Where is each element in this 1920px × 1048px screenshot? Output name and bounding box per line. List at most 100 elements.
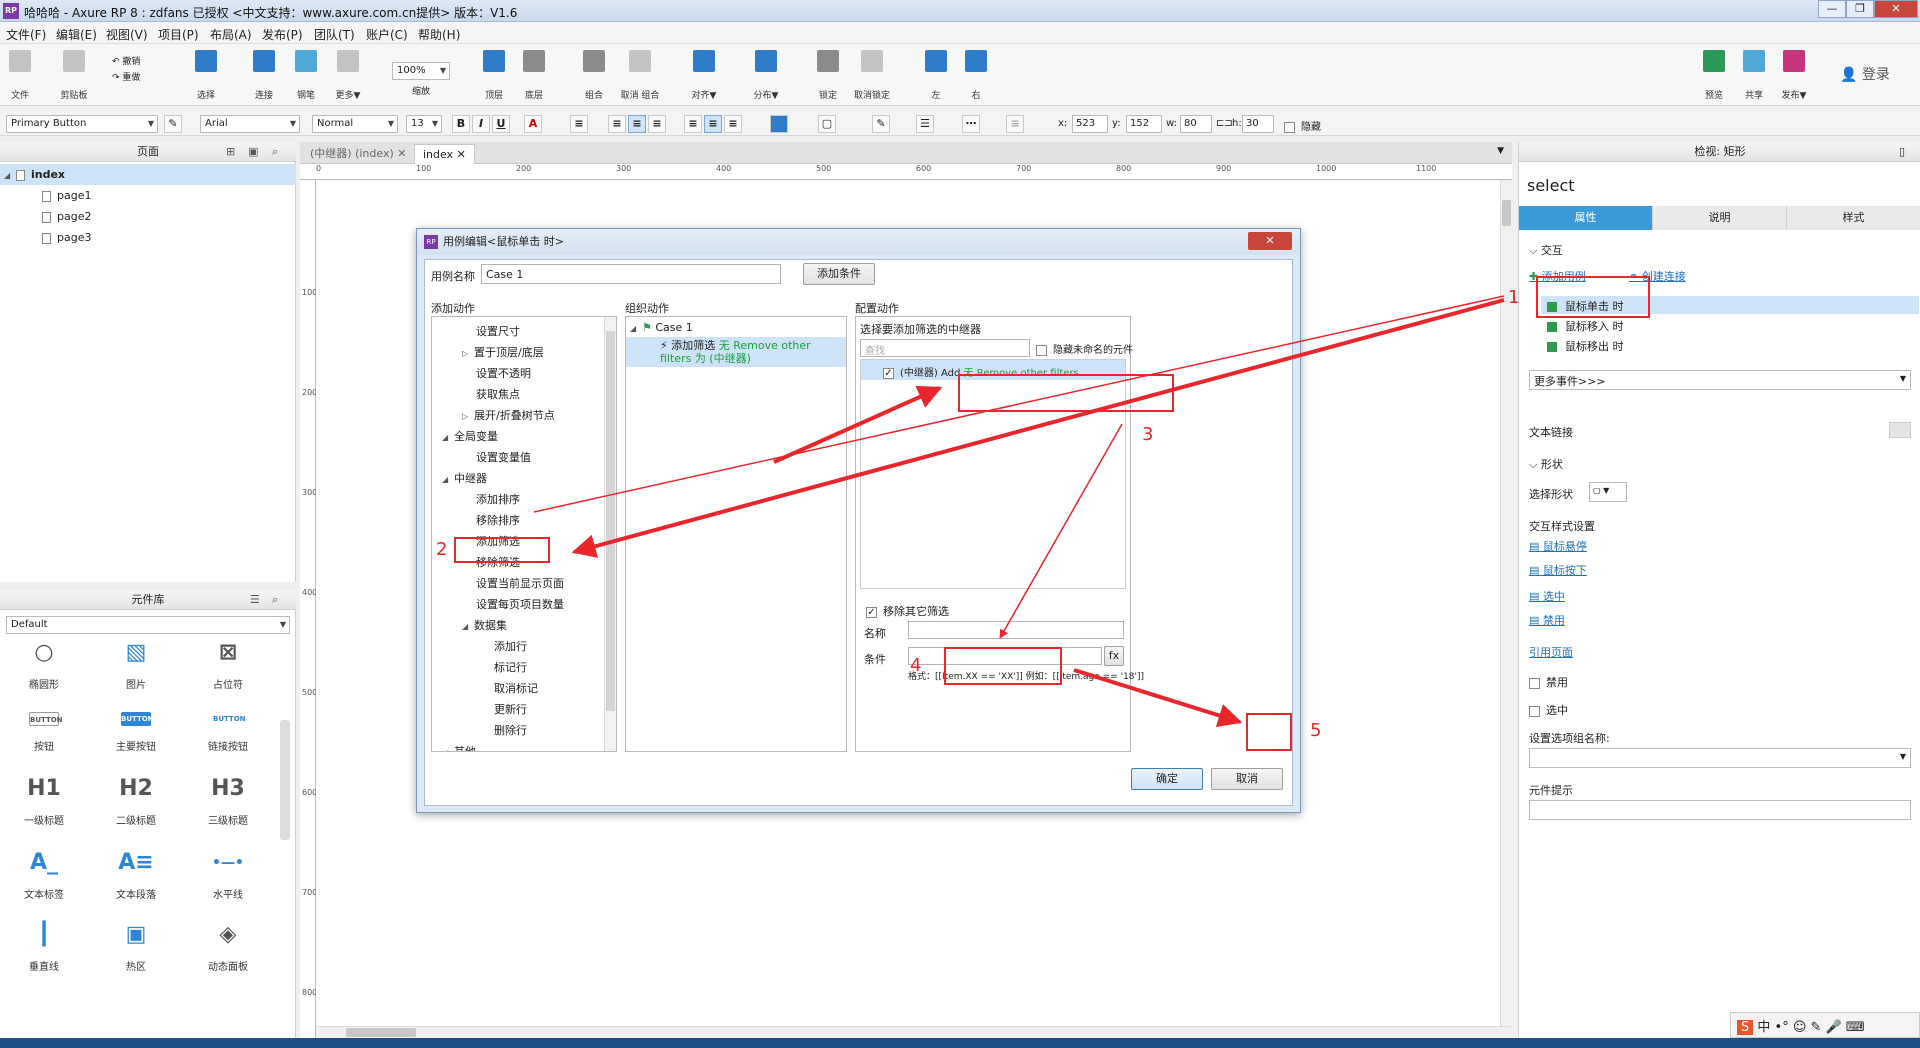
x-input[interactable]: 523 [1072,115,1108,133]
bullet-list-button[interactable]: ≡ [570,115,588,133]
action-set-opacity[interactable]: 设置不透明 [476,365,531,381]
valign-bottom-button[interactable]: ≡ [724,115,742,133]
file-button[interactable]: 文件 [0,50,40,101]
more-events-select[interactable]: 更多事件>>> ▼ [1529,370,1911,390]
selected-checkbox[interactable]: 选中 [1529,702,1568,718]
menu-team[interactable]: 团队(T) [314,26,355,43]
widget-h1[interactable]: H1 一级标题 [4,774,84,827]
case-name-input[interactable]: Case 1 [481,264,781,284]
action-add-sort[interactable]: 添加排序 [476,491,520,507]
group-button[interactable]: 组合 [574,50,614,101]
action-set-variable[interactable]: 设置变量值 [476,449,531,465]
search-icon[interactable]: ⌕ [272,145,278,159]
tab-index[interactable]: index ✕ [414,144,475,164]
action-set-current-page[interactable]: 设置当前显示页面 [476,575,564,591]
page-icon[interactable]: ▯ [1899,145,1905,158]
page-item-page3[interactable]: page3 [0,227,296,248]
repeater-search-input[interactable]: 查找 [860,339,1030,357]
action-expand-collapse-tree[interactable]: ▷ 展开/折叠树节点 [462,407,555,423]
tab-properties[interactable]: 属性 [1519,206,1653,230]
close-button[interactable]: ✕ [1874,0,1918,18]
action-remove-sort[interactable]: 移除排序 [476,512,520,528]
action-focus[interactable]: 获取焦点 [476,386,520,402]
add-page-icon[interactable]: ⊞ [226,145,235,158]
action-update-rows[interactable]: 更新行 [494,701,527,717]
valign-top-button[interactable]: ≡ [684,115,702,133]
menu-layout[interactable]: 布局(A) [210,26,252,43]
align-left-button[interactable]: 左 [916,50,956,101]
repeater-checkbox[interactable] [883,367,894,379]
disabled-style-link[interactable]: ▤ 禁用 [1529,612,1565,628]
remove-other-filters-checkbox[interactable]: 移除其它筛选 [866,603,949,619]
add-folder-icon[interactable]: ▣ [248,145,258,158]
hover-style-link[interactable]: ▤ 鼠标悬停 [1529,538,1587,554]
lock-ratio-icon[interactable]: ⊏⊐ [1216,118,1233,129]
action-tree-scrollbar[interactable] [604,317,616,751]
widget-h3[interactable]: H3 三级标题 [188,774,268,827]
select-tool-button[interactable]: 选择 [186,50,226,101]
menu-view[interactable]: 视图(V) [106,26,148,43]
group-dataset[interactable]: ◢ 数据集 [462,617,507,633]
search-icon[interactable]: ⌕ [272,593,278,607]
widget-hotspot[interactable]: ▣ 热区 [96,920,176,973]
interaction-section[interactable]: ⌵ 交互 [1529,242,1563,258]
text-link-button[interactable] [1889,422,1911,438]
minimize-button[interactable]: — [1818,0,1846,18]
bold-button[interactable]: B [452,115,470,133]
widget-text-paragraph[interactable]: A≡ 文本段落 [96,848,176,901]
shape-picker[interactable]: ▢ ▼ [1589,482,1627,502]
send-to-bottom-button[interactable]: 底层 [514,50,554,101]
widget-name-field[interactable]: select [1527,176,1575,195]
widget-primary-button[interactable]: BUTTON 主要按钮 [96,702,176,753]
publish-button[interactable]: 发布▼ [1774,50,1814,101]
action-unmark-rows[interactable]: 取消标记 [494,680,538,696]
pen-tool-button[interactable]: 钢笔 [286,50,326,101]
style-select[interactable]: Primary Button ▼ [6,115,158,133]
option-group-select[interactable]: ▼ [1529,748,1911,768]
tooltip-input[interactable] [1529,800,1911,820]
y-input[interactable]: 152 [1126,115,1162,133]
widget-link-button[interactable]: BUTTON 链接按钮 [188,702,268,753]
align-button[interactable]: 对齐▼ [684,50,724,101]
action-set-items-per-page[interactable]: 设置每页项目数量 [476,596,564,612]
cancel-button[interactable]: 取消 [1211,768,1283,790]
menu-help[interactable]: 帮助(H) [418,26,460,43]
share-button[interactable]: 共享 [1734,50,1774,101]
align-text-right-button[interactable]: ≡ [648,115,666,133]
line-style-button[interactable]: ⋯ [962,115,980,133]
shadow-button[interactable]: ▢ [818,115,836,133]
action-mark-rows[interactable]: 标记行 [494,659,527,675]
widget-dynamic-panel[interactable]: ◈ 动态面板 [188,920,268,973]
widget-placeholder[interactable]: ⊠ 占位符 [188,638,268,691]
filter-name-input[interactable] [908,621,1124,639]
arrow-style-button[interactable]: ≡ [1006,115,1024,133]
page-item-page1[interactable]: page1 [0,185,296,206]
widget-horizontal-line[interactable]: •—• 水平线 [188,848,268,901]
align-text-left-button[interactable]: ≡ [608,115,626,133]
align-right-button[interactable]: 右 [956,50,996,101]
redo-button[interactable]: ↷ 重做 [112,70,140,83]
tab-repeater-index[interactable]: (中继器) (index) ✕ [302,144,414,164]
action-bring-front-back[interactable]: ▷ 置于顶层/底层 [462,344,544,360]
menu-file[interactable]: 文件(F) [6,26,46,43]
font-color-button[interactable]: A [524,115,542,133]
menu-edit[interactable]: 编辑(E) [56,26,97,43]
tab-notes[interactable]: 说明 [1653,206,1787,230]
zoom-select[interactable]: 100% ▼ [392,62,450,80]
disabled-checkbox[interactable]: 禁用 [1529,674,1568,690]
widget-image[interactable]: ▧ 图片 [96,638,176,691]
underline-button[interactable]: U [492,115,510,133]
tabs-dropdown-icon[interactable]: ▼ [1497,146,1504,156]
library-select[interactable]: Default ▼ [6,616,290,634]
widget-library-scrollbar[interactable] [280,720,290,840]
hide-checkbox[interactable]: 隐藏 [1284,118,1321,133]
menu-project[interactable]: 项目(P) [158,26,199,43]
widget-h2[interactable]: H2 二级标题 [96,774,176,827]
more-tools-button[interactable]: 更多▼ [328,50,368,101]
mouse-down-style-link[interactable]: ▤ 鼠标按下 [1529,562,1587,578]
ok-button[interactable]: 确定 [1131,768,1203,790]
bring-to-top-button[interactable]: 顶层 [474,50,514,101]
action-add-rows[interactable]: 添加行 [494,638,527,654]
ungroup-button[interactable]: 取消 组合 [620,50,660,101]
preview-button[interactable]: 预览 [1694,50,1734,101]
